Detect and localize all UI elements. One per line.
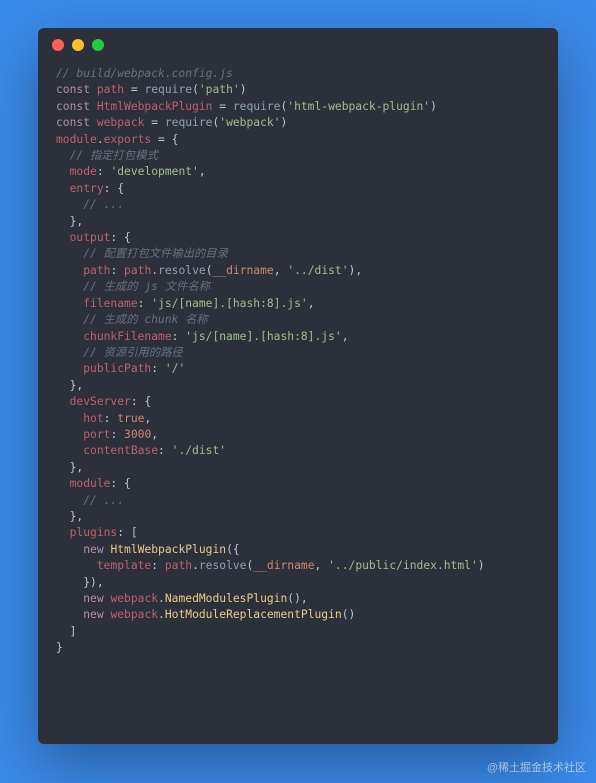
fn-require: require [144, 83, 192, 96]
val-filename: 'js/[name].[hash:8].js' [151, 297, 307, 310]
key-port: port [83, 428, 110, 441]
dirname: __dirname [213, 264, 274, 277]
key-devserver: devServer [70, 395, 131, 408]
val-publicpath: '/' [165, 362, 185, 375]
str-indexhtml: '../public/index.html' [328, 559, 478, 572]
key-output: output [70, 231, 111, 244]
kw-const: const [56, 83, 90, 96]
comment-mode: // 指定打包模式 [70, 149, 158, 162]
str-htmlplugin: 'html-webpack-plugin' [287, 100, 430, 113]
module: module [56, 133, 97, 146]
class-namedmodules: NamedModulesPlugin [165, 592, 287, 605]
val-chunkfilename: 'js/[name].[hash:8].js' [185, 330, 341, 343]
comment-file: // build/webpack.config.js [56, 67, 233, 80]
key-chunkfilename: chunkFilename [83, 330, 171, 343]
str-webpack: 'webpack' [219, 116, 280, 129]
code-window: // build/webpack.config.js const path = … [38, 28, 558, 744]
key-hot: hot [83, 412, 103, 425]
window-titlebar [38, 28, 558, 62]
comment-publicpath: // 资源引用的路径 [83, 346, 182, 359]
comment-filename: // 生成的 js 文件名称 [83, 280, 210, 293]
str-path: 'path' [199, 83, 240, 96]
close-icon[interactable] [52, 39, 64, 51]
val-mode: 'development' [110, 165, 198, 178]
var-htmlplugin: HtmlWebpackPlugin [97, 100, 213, 113]
val-true: true [117, 412, 144, 425]
str-dist: '../dist' [287, 264, 348, 277]
key-plugins: plugins [70, 526, 118, 539]
class-hmr: HotModuleReplacementPlugin [165, 608, 342, 621]
key-module: module [70, 477, 111, 490]
comment-outpath: // 配置打包文件输出的目录 [83, 247, 228, 260]
var-path: path [97, 83, 124, 96]
exports: exports [104, 133, 152, 146]
key-filename: filename [83, 297, 137, 310]
key-mode: mode [70, 165, 97, 178]
key-template: template [97, 559, 151, 572]
maximize-icon[interactable] [92, 39, 104, 51]
val-contentbase: './dist' [172, 444, 226, 457]
minimize-icon[interactable] [72, 39, 84, 51]
kw-new: new [83, 543, 103, 556]
var-webpack: webpack [97, 116, 145, 129]
val-port: 3000 [124, 428, 151, 441]
code-block: // build/webpack.config.js const path = … [38, 62, 558, 675]
fn-resolve: resolve [158, 264, 206, 277]
key-path: path [83, 264, 110, 277]
comment-chunk: // 生成的 chunk 名称 [83, 313, 208, 326]
key-contentbase: contentBase [83, 444, 158, 457]
key-entry: entry [70, 182, 104, 195]
watermark: @稀土掘金技术社区 [487, 759, 586, 775]
class-htmlwebpackplugin: HtmlWebpackPlugin [110, 543, 226, 556]
key-publicpath: publicPath [83, 362, 151, 375]
